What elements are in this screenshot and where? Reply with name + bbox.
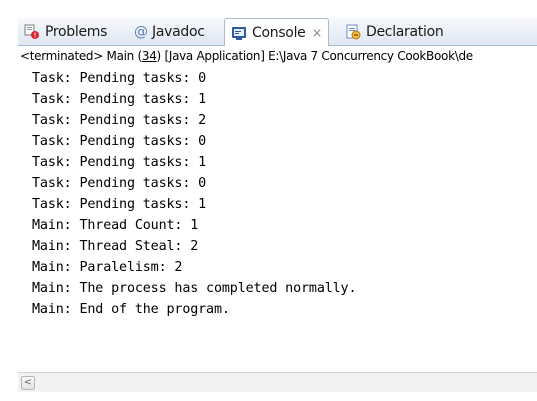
tab-declaration-label: Declaration (366, 23, 444, 40)
chevron-left-icon: < (23, 377, 33, 388)
tab-console[interactable]: Console ⨯ (224, 18, 330, 47)
console-line: Main: Thread Steal: 2 (32, 239, 199, 254)
eclipse-view-frame: Problems @ Javadoc Console ⨯ Declaration… (0, 0, 537, 401)
console-line: Main: Thread Count: 1 (32, 218, 199, 233)
console-output[interactable]: Task: Pending tasks: 0 Task: Pending tas… (18, 67, 537, 371)
problems-icon (24, 24, 40, 40)
console-line: Main: The process has completed normally… (32, 281, 357, 296)
tab-javadoc-label: Javadoc (152, 23, 205, 40)
scroll-left-button[interactable]: < (21, 376, 35, 390)
status-run-number: 34 (141, 49, 157, 63)
console-line: Task: Pending tasks: 2 (32, 113, 207, 128)
tab-declaration[interactable]: Declaration (345, 18, 444, 45)
console-line: Task: Pending tasks: 0 (32, 71, 207, 86)
tab-console-label: Console (252, 25, 306, 41)
view-bottom-edge (18, 392, 537, 401)
console-line: Task: Pending tasks: 0 (32, 134, 207, 149)
view-tab-bar: Problems @ Javadoc Console ⨯ Declaration (18, 18, 537, 47)
tab-problems[interactable]: Problems (24, 18, 107, 45)
at-icon: @ (134, 23, 148, 40)
console-line: Task: Pending tasks: 1 (32, 155, 207, 170)
console-line: Task: Pending tasks: 1 (32, 92, 207, 107)
console-line: Task: Pending tasks: 0 (32, 176, 207, 191)
horizontal-scrollbar[interactable]: < (18, 372, 537, 393)
declaration-icon (345, 24, 361, 40)
close-icon[interactable]: ⨯ (311, 26, 322, 41)
tab-problems-label: Problems (45, 23, 108, 40)
console-line: Main: Paralelism: 2 (32, 260, 183, 275)
status-suffix: ) [Java Application] E:\Java 7 Concurren… (156, 49, 474, 63)
tab-javadoc[interactable]: @ Javadoc (134, 18, 205, 45)
console-icon (231, 25, 247, 41)
console-line: Task: Pending tasks: 1 (32, 197, 207, 212)
status-prefix: <terminated> Main ( (20, 49, 142, 63)
console-status-bar: <terminated> Main (34) [Java Application… (18, 46, 537, 66)
console-line: Main: End of the program. (32, 302, 230, 317)
